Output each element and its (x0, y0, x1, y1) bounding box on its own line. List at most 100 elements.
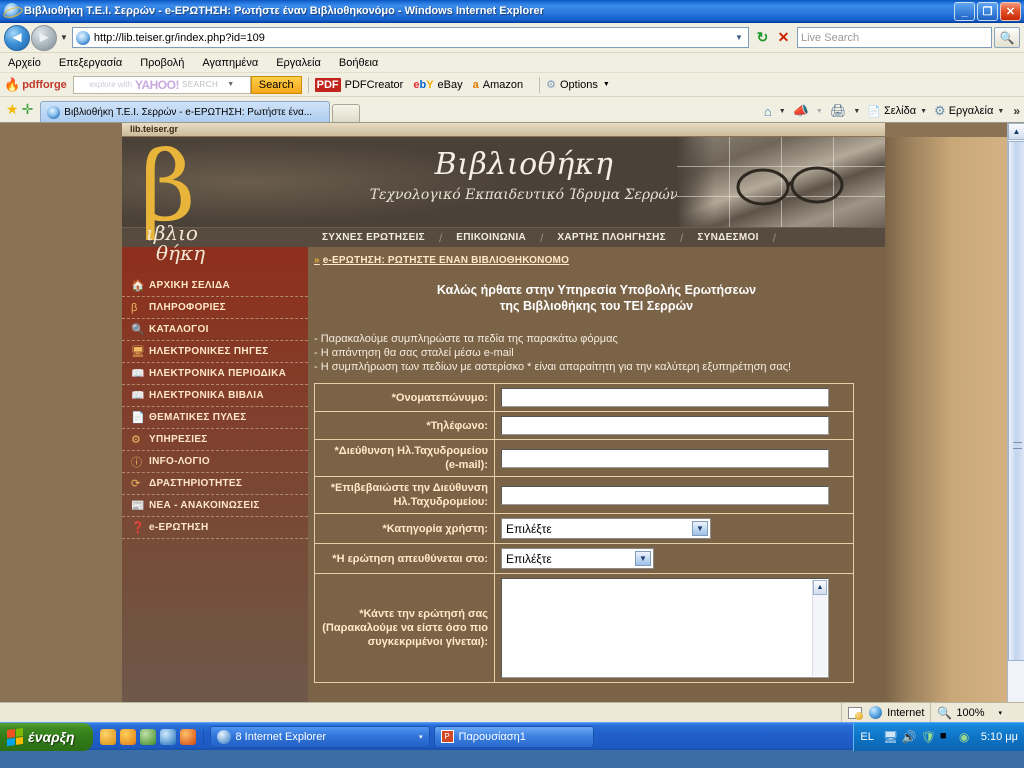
breadcrumb[interactable]: » e-ΕΡΩΤΗΣΗ: ΡΩΤΗΣΤΕ ΕΝΑΝ ΒΙΒΛΙΟΘΗΚΟΝΟΜΟ (308, 247, 885, 270)
search-input[interactable]: Live Search (797, 27, 992, 48)
options-button[interactable]: ⚙ Options ▼ (546, 78, 610, 92)
address-dropdown-icon[interactable]: ▼ (732, 33, 746, 42)
yahoo-explore-label: explore with (89, 80, 133, 89)
shield-icon[interactable]: 🛡 (921, 730, 936, 744)
refresh-button[interactable]: ↻ (752, 27, 773, 48)
taskbar-button-presentation[interactable]: P Παρουσίαση1 (433, 725, 594, 748)
yahoo-search-input[interactable]: explore with YAHOO! SEARCH ▼ (72, 75, 251, 94)
pdfcreator-button[interactable]: PDF PDFCreator (314, 77, 403, 92)
windows-update-icon[interactable]: ■ (940, 730, 954, 744)
ebay-button[interactable]: ebY eBay (413, 79, 462, 91)
nvidia-icon[interactable]: ◉ (959, 730, 973, 744)
sidebar-item-electronic-books[interactable]: 📖 ΗΛΕΚΤΡΟΝΙΚΑ ΒΙΒΛΙΑ (122, 385, 308, 407)
page-scrollbar[interactable]: ▲ (1007, 123, 1024, 702)
chevron-down-icon[interactable]: ▼ (779, 108, 786, 115)
maximize-button[interactable]: ❐ (977, 2, 998, 21)
network-icon[interactable]: 🖥 (883, 730, 898, 744)
chevron-down-icon[interactable]: ▼ (853, 108, 860, 115)
chevron-down-icon[interactable]: ▾ (419, 733, 423, 741)
system-clock[interactable]: 5:10 μμ (981, 731, 1018, 743)
yahoo-search-button[interactable]: Search (250, 75, 302, 94)
pdfforge-brand[interactable]: 🔥 pdfforge (4, 77, 67, 93)
sidebar-item-activities[interactable]: ⟳ ΔΡΑΣΤΗΡΙΟΤΗΤΕΣ (122, 473, 308, 495)
nav-link-links[interactable]: ΣΥΝΔΕΣΜΟΙ (683, 232, 772, 243)
sidebar-item-info-logio[interactable]: ⓘ INFO-ΛΟΓΙΟ (122, 451, 308, 473)
label-fullname: *Ονοματεπώνυμο: (314, 383, 495, 412)
print-button[interactable]: 🖨 (828, 103, 852, 119)
chevron-down-icon[interactable]: ▼ (227, 81, 234, 88)
favorites-star-icon[interactable]: ★ (6, 101, 19, 118)
forward-button[interactable]: ► (31, 24, 57, 51)
resize-grip[interactable] (1006, 707, 1018, 719)
address-input[interactable]: http://lib.teiser.gr/index.php?id=109 ▼ (71, 27, 749, 48)
back-button[interactable]: ◄ (4, 24, 30, 51)
nav-link-faq[interactable]: ΣΥΧΝΕΣ ΕΡΩΤΗΣΕΙΣ (308, 232, 439, 243)
taskbar-button-internet-explorer[interactable]: 8 Internet Explorer ▾ (209, 725, 430, 748)
textarea-scrollbar[interactable]: ▲ (812, 580, 827, 676)
language-indicator[interactable]: EL (860, 731, 873, 743)
menu-item-help[interactable]: Βοήθεια (339, 57, 378, 69)
email-input[interactable] (501, 448, 829, 468)
add-favorite-icon[interactable]: ✛ (22, 101, 34, 118)
amazon-button[interactable]: a Amazon (473, 79, 523, 91)
welcome-heading: Καλώς ήρθατε στην Υπηρεσία Υποβολής Ερωτ… (308, 282, 885, 314)
menu-item-edit[interactable]: Επεξεργασία (59, 57, 122, 69)
banner-subtitle: Τεχνολογικό Εκπαιδευτικό Ίδρυμα Σερρών (369, 187, 679, 203)
menu-item-favorites[interactable]: Αγαπημένα (202, 57, 258, 69)
scrollbar-thumb[interactable] (1008, 141, 1024, 661)
search-go-button[interactable]: 🔍 (994, 27, 1020, 48)
stop-button[interactable]: ✕ (773, 27, 794, 48)
new-tab-button[interactable] (332, 104, 361, 122)
quicklaunch-ie-icon[interactable] (159, 728, 176, 745)
scroll-up-button[interactable]: ▲ (1008, 123, 1024, 140)
chevron-down-icon[interactable]: ▾ (998, 709, 1002, 717)
home-button[interactable]: ⌂ (762, 104, 777, 119)
question-target-select[interactable]: Επιλέξτε ▼ (501, 548, 654, 569)
tools-menu-button[interactable]: ⚙ Εργαλεία (932, 103, 995, 119)
sidebar-item-e-question[interactable]: ❓ e-ΕΡΩΤΗΣΗ (122, 517, 308, 539)
user-category-select[interactable]: Επιλέξτε ▼ (501, 518, 711, 539)
menu-item-tools[interactable]: Εργαλεία (276, 57, 321, 69)
sidebar-item-services[interactable]: ⚙ ΥΠΗΡΕΣΙΕΣ (122, 429, 308, 451)
sidebar-item-label: ΗΛΕΚΤΡΟΝΙΚΑ ΒΙΒΛΙΑ (149, 390, 264, 401)
chevron-down-icon[interactable]: ▼ (603, 81, 610, 88)
scroll-up-icon[interactable]: ▲ (813, 580, 827, 595)
chevron-down-icon[interactable]: ▼ (692, 521, 708, 536)
fullname-input[interactable] (501, 388, 829, 407)
nav-link-sitemap[interactable]: ΧΑΡΤΗΣ ΠΛΟΗΓΗΣΗΣ (543, 232, 680, 243)
magnifier-icon: 🔍 (937, 705, 953, 720)
sidebar-item-label: ΗΛΕΚΤΡΟΝΙΚΕΣ ΠΗΓΕΣ (149, 346, 269, 357)
question-textarea[interactable]: ▲ (501, 578, 829, 678)
nav-link-contact[interactable]: ΕΠΙΚΟΙΝΩΝΙΑ (442, 232, 540, 243)
sidebar-item-information[interactable]: β ΠΛΗΡΟΦΟΡΙΕΣ (122, 297, 308, 319)
menu-item-view[interactable]: Προβολή (140, 57, 184, 69)
sidebar-item-electronic-journals[interactable]: 📖 ΗΛΕΚΤΡΟΝΙΚΑ ΠΕΡΙΟΔΙΚΑ (122, 363, 308, 385)
toolbar-overflow-icon[interactable]: » (1013, 104, 1020, 118)
quicklaunch-app-icon[interactable] (139, 728, 156, 745)
chevron-down-icon[interactable]: ▼ (635, 551, 651, 566)
close-button[interactable]: ✕ (1000, 2, 1021, 21)
page-menu-button[interactable]: 📄 Σελίδα (865, 105, 918, 118)
quicklaunch-clock-icon[interactable] (119, 728, 136, 745)
minimize-button[interactable]: _ (954, 2, 975, 21)
chevron-down-icon[interactable]: ▼ (920, 108, 927, 115)
quicklaunch-media-icon[interactable] (99, 728, 116, 745)
volume-icon[interactable]: 🔊 (902, 730, 917, 744)
sidebar-item-label: ΚΑΤΑΛΟΓΟΙ (149, 324, 209, 335)
sidebar-item-electronic-sources[interactable]: 🖥 ΗΛΕΚΤΡΟΝΙΚΕΣ ΠΗΓΕΣ (122, 341, 308, 363)
browser-tab-active[interactable]: Βιβλιοθήκη Τ.Ε.Ι. Σερρών - e-ΕΡΩΤΗΣΗ: Ρω… (40, 101, 331, 122)
sidebar-item-news[interactable]: 📰 ΝΕΑ - ΑΝΑΚΟΙΝΩΣΕΙΣ (122, 495, 308, 517)
menu-item-file[interactable]: Αρχείο (8, 57, 41, 69)
quicklaunch-firefox-icon[interactable] (179, 728, 196, 745)
site-banner: Βιβλιοθήκη Τεχνολογικό Εκπαιδευτικό Ίδρυ… (122, 137, 885, 227)
start-button[interactable]: έναρξη (0, 722, 93, 751)
zoom-control[interactable]: 🔍 100% ▾ (930, 703, 1024, 722)
sidebar-item-catalogs[interactable]: 🔍 ΚΑΤΑΛΟΓΟΙ (122, 319, 308, 341)
history-dropdown-icon[interactable]: ▼ (60, 33, 68, 42)
email-confirm-input[interactable] (501, 485, 829, 505)
sidebar-item-subject-gateways[interactable]: 📄 ΘΕΜΑΤΙΚΕΣ ΠΥΛΕΣ (122, 407, 308, 429)
chevron-down-icon[interactable]: ▼ (997, 108, 1004, 115)
phone-input[interactable] (501, 416, 829, 435)
library-logo[interactable]: β ιβλιο θήκη (122, 137, 230, 289)
feeds-button[interactable]: 📣 (791, 103, 814, 119)
